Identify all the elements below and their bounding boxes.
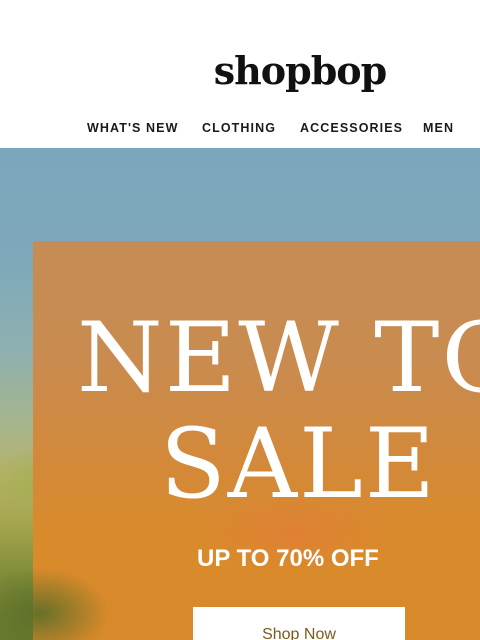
hero-banner[interactable]: NEW TO SALE UP TO 70% OFF Shop Now	[0, 148, 480, 640]
headline-line-1: NEW TO	[77, 302, 480, 414]
shopbop-logo[interactable]: shopbop	[0, 46, 480, 96]
shop-now-button[interactable]: Shop Now	[193, 607, 405, 640]
nav-item-accessories[interactable]: ACCESSORIES	[300, 118, 403, 138]
discount-subhead: UP TO 70% OFF	[197, 545, 379, 572]
shop-now-label: Shop Now	[262, 626, 336, 640]
headline-line-2: SALE	[160, 408, 437, 520]
nav-item-clothing[interactable]: CLOTHING	[202, 118, 276, 138]
nav-item-whats-new[interactable]: WHAT'S NEW	[87, 118, 179, 138]
site-header: shopbop WHAT'S NEW CLOTHING ACCESSORIES …	[0, 0, 480, 148]
nav-item-men[interactable]: MEN	[423, 118, 454, 138]
promo-panel[interactable]: NEW TO SALE UP TO 70% OFF Shop Now	[33, 241, 480, 640]
main-nav: WHAT'S NEW CLOTHING ACCESSORIES MEN	[0, 118, 480, 140]
